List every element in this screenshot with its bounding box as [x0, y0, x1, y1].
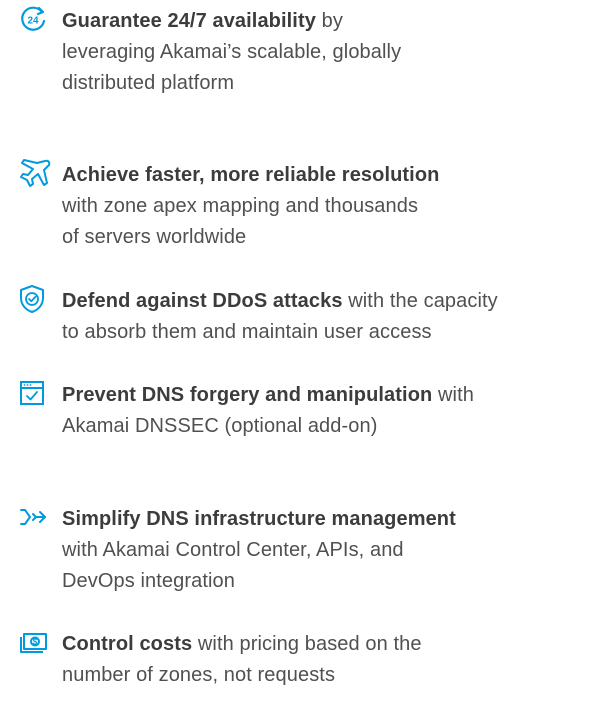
benefit-headline: Achieve faster, more reliable resolution	[62, 164, 440, 186]
benefit-line: of servers worldwide	[62, 226, 247, 248]
benefit-line: with	[432, 384, 474, 406]
money-bill-icon: $	[18, 627, 62, 657]
benefit-text: Defend against DDoS attacks with the cap…	[62, 286, 498, 348]
benefit-text: Control costs with pricing based on the …	[62, 629, 422, 691]
benefit-headline: Guarantee 24/7 availability	[62, 10, 316, 32]
airplane-icon	[18, 158, 62, 188]
benefit-line: leveraging Akamai’s scalable, globally	[62, 41, 402, 63]
benefit-line: number of zones, not requests	[62, 664, 336, 686]
benefit-text: Prevent DNS forgery and manipulation wit…	[62, 380, 474, 442]
benefit-line: with pricing based on the	[192, 633, 422, 655]
benefit-item-management: Simplify DNS infrastructure management w…	[18, 504, 456, 597]
benefit-item-ddos: Defend against DDoS attacks with the cap…	[18, 284, 498, 348]
benefit-line: with zone apex mapping and thousands	[62, 195, 419, 217]
benefit-line: distributed platform	[62, 72, 235, 94]
benefit-line: with Akamai Control Center, APIs, and	[62, 539, 404, 561]
svg-text:24: 24	[27, 16, 39, 27]
shield-check-icon	[18, 284, 62, 314]
benefit-headline: Prevent DNS forgery and manipulation	[62, 384, 433, 406]
benefit-line: with the capacity	[342, 290, 498, 312]
benefit-headline: Control costs	[62, 633, 193, 655]
benefit-item-availability: 24 Guarantee 24/7 availability by levera…	[18, 6, 401, 99]
benefit-line: by	[315, 10, 343, 32]
benefit-line: to absorb them and maintain user access	[62, 321, 432, 343]
benefit-headline: Defend against DDoS attacks	[62, 290, 343, 312]
benefit-item-resolution: Achieve faster, more reliable resolution…	[18, 158, 439, 253]
benefit-text: Guarantee 24/7 availability by leveragin…	[62, 6, 401, 99]
benefit-text: Simplify DNS infrastructure management w…	[62, 504, 456, 597]
browser-check-icon	[18, 378, 62, 408]
svg-text:$: $	[33, 638, 38, 647]
benefit-line: DevOps integration	[62, 570, 236, 592]
benefit-item-dnssec: Prevent DNS forgery and manipulation wit…	[18, 380, 474, 442]
pipeline-arrow-icon	[18, 502, 62, 532]
benefit-text: Achieve faster, more reliable resolution…	[62, 160, 439, 253]
24-hour-refresh-icon: 24	[18, 4, 62, 34]
benefit-item-costs: $ Control costs with pricing based on th…	[18, 629, 422, 691]
benefit-line: Akamai DNSSEC (optional add-on)	[62, 415, 378, 437]
benefit-headline: Simplify DNS infrastructure management	[62, 508, 456, 530]
